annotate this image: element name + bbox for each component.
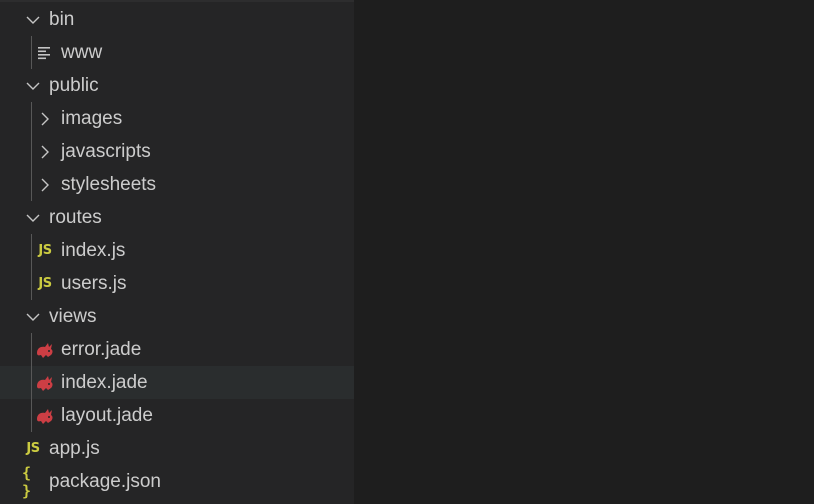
tree-item-label: stylesheets — [61, 174, 157, 195]
text-lines-icon — [34, 36, 56, 69]
chevron-down-icon[interactable] — [24, 3, 42, 36]
tree-item-label: public — [49, 75, 99, 96]
tree-item-label: views — [49, 306, 97, 327]
tree-file-index-js[interactable]: JS index.js — [0, 234, 354, 267]
tree-folder-routes[interactable]: routes — [0, 201, 354, 234]
vscode-window: bin www public images javascripts stylesheets… — [0, 0, 814, 504]
tree-item-label: index.jade — [61, 372, 148, 393]
tree-folder-bin[interactable]: bin — [0, 3, 354, 36]
tree-folder-views[interactable]: views — [0, 300, 354, 333]
indent-guide — [31, 168, 32, 201]
tree-folder-images[interactable]: images — [0, 102, 354, 135]
indent-guide — [31, 366, 32, 399]
jade-icon — [34, 399, 56, 432]
chevron-right-icon[interactable] — [36, 168, 54, 201]
chevron-down-icon[interactable] — [24, 201, 42, 234]
tree-item-label: users.js — [61, 273, 127, 294]
editor-area — [354, 0, 814, 504]
chevron-down-icon[interactable] — [24, 300, 42, 333]
tree-file-www[interactable]: www — [0, 36, 354, 69]
scrollbar-shadow — [0, 0, 354, 2]
tree-file-layout-jade[interactable]: layout.jade — [0, 399, 354, 432]
js-icon: JS — [38, 276, 52, 291]
tree-item-label: package.json — [49, 471, 161, 492]
indent-guide — [31, 102, 32, 135]
jade-icon — [34, 366, 56, 399]
js-icon: JS — [26, 441, 40, 456]
tree-file-package-json[interactable]: { } package.json — [0, 463, 354, 500]
tree-item-label: images — [61, 108, 123, 129]
tree-item-label: index.js — [61, 240, 126, 261]
file-explorer: bin www public images javascripts stylesheets… — [0, 0, 354, 504]
indent-guide — [31, 399, 32, 432]
tree-file-app-js[interactable]: JS app.js — [0, 432, 354, 465]
indent-guide — [31, 135, 32, 168]
tree-folder-public[interactable]: public — [0, 69, 354, 102]
tree-file-error-jade[interactable]: error.jade — [0, 333, 354, 366]
tree-item-label: routes — [49, 207, 102, 228]
indent-guide — [31, 36, 32, 69]
json-icon: { } — [22, 463, 33, 500]
tree-item-label: www — [61, 42, 103, 63]
tree-item-label: layout.jade — [61, 405, 153, 426]
tree-item-label: app.js — [49, 438, 100, 459]
indent-guide — [31, 333, 32, 366]
chevron-down-icon[interactable] — [24, 69, 42, 102]
tree-folder-javascripts[interactable]: javascripts — [0, 135, 354, 168]
tree-item-label: javascripts — [61, 141, 151, 162]
tree-item-label: bin — [49, 9, 75, 30]
tree-file-index-jade[interactable]: index.jade — [0, 366, 354, 399]
chevron-right-icon[interactable] — [36, 102, 54, 135]
tree-item-label: error.jade — [61, 339, 142, 360]
jade-icon — [34, 333, 56, 366]
file-tree: bin www public images javascripts stylesheets… — [0, 3, 354, 500]
chevron-right-icon[interactable] — [36, 135, 54, 168]
indent-guide — [31, 234, 32, 267]
js-icon: JS — [38, 243, 52, 258]
indent-guide — [31, 267, 32, 300]
tree-folder-stylesheets[interactable]: stylesheets — [0, 168, 354, 201]
tree-file-users-js[interactable]: JS users.js — [0, 267, 354, 300]
